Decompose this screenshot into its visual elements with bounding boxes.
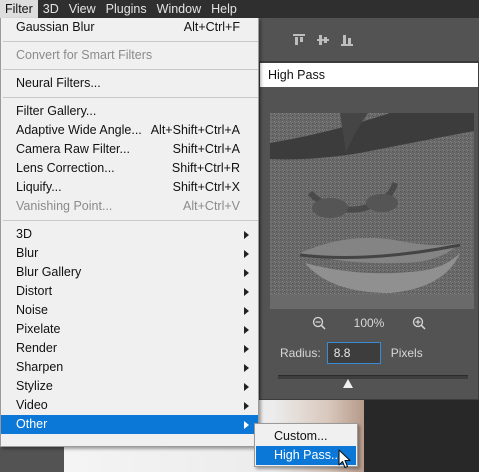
submenu-item-custom[interactable]: Custom...	[256, 427, 356, 446]
menu-item-pixelate[interactable]: Pixelate	[1, 320, 258, 339]
menubar-item-view[interactable]: View	[64, 0, 101, 18]
menubar: Filter 3D View Plugins Window Help	[0, 0, 479, 18]
menu-item-label: Liquify...	[16, 180, 62, 194]
menu-item-label: Filter Gallery...	[16, 104, 97, 118]
dialog-title: High Pass	[260, 63, 478, 87]
menu-item-label: Noise	[16, 303, 48, 317]
radius-label: Radius:	[280, 346, 321, 360]
menu-separator	[3, 97, 258, 98]
menu-item-label: 3D	[16, 227, 32, 241]
menu-item-label: Video	[16, 398, 48, 412]
menu-item-neural-filters[interactable]: Neural Filters...	[1, 74, 258, 93]
menu-item-label: Stylize	[16, 379, 53, 393]
radius-input[interactable]	[326, 342, 381, 364]
menu-item-3d[interactable]: 3D	[1, 225, 258, 244]
preview-image	[270, 113, 474, 309]
menu-separator	[3, 220, 258, 221]
menubar-item-window[interactable]: Window	[152, 0, 206, 18]
filter-preview[interactable]	[270, 113, 474, 309]
chevron-right-icon	[244, 288, 249, 296]
menu-separator	[3, 69, 258, 70]
filter-menu: Gaussian Blur Alt+Ctrl+F Convert for Smart…	[0, 18, 259, 447]
menu-item-liquify[interactable]: Liquify... Shift+Ctrl+X	[1, 178, 258, 197]
menu-item-convert-for-smart-filters: Convert for Smart Filters	[1, 46, 258, 65]
menubar-item-filter[interactable]: Filter	[0, 0, 38, 18]
menu-item-label: Adaptive Wide Angle...	[16, 123, 142, 137]
menu-item-label: Lens Correction...	[16, 161, 115, 175]
menu-item-label: Render	[16, 341, 57, 355]
menu-item-stylize[interactable]: Stylize	[1, 377, 258, 396]
high-pass-dialog: High Pass 100% Radius: 8.8 Pixels	[259, 62, 479, 400]
menu-item-shortcut: Shift+Ctrl+X	[172, 180, 240, 194]
menu-item-label: Camera Raw Filter...	[16, 142, 130, 156]
menu-item-label: Convert for Smart Filters	[16, 48, 153, 62]
menubar-item-help[interactable]: Help	[206, 0, 242, 18]
menu-item-shortcut: Alt+Ctrl+F	[183, 20, 240, 34]
menu-item-shortcut: Alt+Ctrl+V	[183, 199, 240, 213]
menu-item-shortcut: Shift+Ctrl+A	[172, 142, 240, 156]
menu-item-filter-gallery[interactable]: Filter Gallery...	[1, 102, 258, 121]
menubar-item-3d[interactable]: 3D	[38, 0, 64, 18]
zoom-controls: 100%	[260, 315, 478, 331]
menu-item-sharpen[interactable]: Sharpen	[1, 358, 258, 377]
zoom-out-icon[interactable]	[312, 316, 326, 330]
menu-item-other[interactable]: Other	[1, 415, 258, 434]
menu-item-label: Blur Gallery	[16, 265, 82, 279]
menu-item-camera-raw-filter[interactable]: Camera Raw Filter... Shift+Ctrl+A	[1, 140, 258, 159]
menu-item-label: Sharpen	[16, 360, 64, 374]
menubar-item-plugins[interactable]: Plugins	[101, 0, 152, 18]
chevron-right-icon	[244, 326, 249, 334]
chevron-right-icon	[244, 421, 249, 429]
menu-item-gaussian-blur[interactable]: Gaussian Blur Alt+Ctrl+F	[1, 18, 258, 37]
chevron-right-icon	[244, 364, 249, 372]
chevron-right-icon	[244, 345, 249, 353]
menu-item-label: Distort	[16, 284, 53, 298]
menu-item-shortcut: Alt+Shift+Ctrl+A	[150, 123, 240, 137]
menu-item-distort[interactable]: Distort	[1, 282, 258, 301]
menu-item-blur[interactable]: Blur	[1, 244, 258, 263]
chevron-right-icon	[244, 250, 249, 258]
zoom-level: 100%	[353, 316, 385, 330]
radius-slider-thumb[interactable]	[343, 379, 354, 388]
menu-item-noise[interactable]: Noise	[1, 301, 258, 320]
zoom-in-icon[interactable]	[412, 316, 426, 330]
menu-item-label: Neural Filters...	[16, 76, 101, 90]
radius-slider-track[interactable]	[278, 375, 468, 379]
chevron-right-icon	[244, 307, 249, 315]
menu-item-blur-gallery[interactable]: Blur Gallery	[1, 263, 258, 282]
menu-item-label: Pixelate	[16, 322, 61, 336]
menu-item-render[interactable]: Render	[1, 339, 258, 358]
radius-row: Radius: Pixels	[280, 342, 423, 364]
radius-unit: Pixels	[390, 346, 423, 360]
chevron-right-icon	[244, 402, 249, 410]
chevron-right-icon	[244, 383, 249, 391]
chevron-right-icon	[244, 231, 249, 239]
menu-item-label: Other	[16, 417, 48, 431]
menu-item-vanishing-point: Vanishing Point... Alt+Ctrl+V	[1, 197, 258, 216]
chevron-right-icon	[244, 269, 249, 277]
menu-item-label: Vanishing Point...	[16, 199, 113, 213]
menu-item-label: Blur	[16, 246, 39, 260]
menu-item-shortcut: Shift+Ctrl+R	[171, 161, 240, 175]
align-vertical-center-icon[interactable]	[317, 34, 329, 46]
menu-item-adaptive-wide-angle[interactable]: Adaptive Wide Angle... Alt+Shift+Ctrl+A	[1, 121, 258, 140]
mouse-pointer-icon	[338, 449, 351, 469]
menu-item-video[interactable]: Video	[1, 396, 258, 415]
align-top-icon[interactable]	[293, 34, 305, 46]
align-bottom-icon[interactable]	[341, 34, 353, 46]
menu-item-label: Gaussian Blur	[16, 20, 95, 34]
options-bar	[259, 18, 479, 62]
menu-separator	[3, 41, 258, 42]
menu-item-lens-correction[interactable]: Lens Correction... Shift+Ctrl+R	[1, 159, 258, 178]
